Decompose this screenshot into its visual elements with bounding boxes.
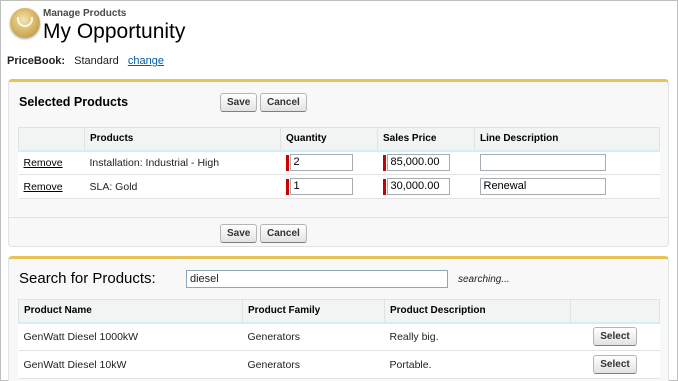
save-button-top[interactable]: Save <box>220 93 258 112</box>
pricebook-row: PriceBook: Standard change <box>7 55 164 67</box>
search-input[interactable]: diesel <box>186 270 448 288</box>
selected-products-table: Products Quantity Sales Price Line Descr… <box>18 127 660 199</box>
page-header: Manage Products My Opportunity <box>8 6 668 46</box>
table-header-row: Products Quantity Sales Price Line Descr… <box>18 127 660 152</box>
table-row: Remove Installation: Industrial - High 2… <box>18 150 660 175</box>
product-name-cell: GenWatt Diesel 1000kW <box>18 322 243 351</box>
sales-price-input[interactable]: 85,000.00 <box>386 154 450 172</box>
pricebook-value: Standard <box>74 55 119 67</box>
sales-price-input[interactable]: 30,000.00 <box>386 178 450 195</box>
cancel-button-bottom[interactable]: Cancel <box>260 224 307 243</box>
pricebook-change-link[interactable]: change <box>128 55 164 67</box>
page-subtitle: Manage Products <box>43 8 127 19</box>
column-header-action <box>570 299 660 324</box>
table-row: GenWatt Diesel 1000kW Generators Really … <box>18 322 660 351</box>
product-family-cell: Generators <box>242 322 385 351</box>
product-description-cell: Portable. <box>384 350 571 379</box>
product-name-cell: Installation: Industrial - High <box>84 150 281 175</box>
column-header-product-name: Product Name <box>18 299 243 324</box>
table-header-row: Product Name Product Family Product Desc… <box>18 299 660 324</box>
column-header-product-description: Product Description <box>384 299 571 324</box>
column-header-line-description: Line Description <box>474 127 660 152</box>
quantity-input[interactable]: 2 <box>289 154 353 172</box>
product-name-cell: SLA: Gold <box>84 174 281 199</box>
search-status: searching... <box>458 274 510 285</box>
product-name-cell: GenWatt Diesel 10kW <box>18 350 243 379</box>
selected-products-title: Selected Products <box>19 95 129 109</box>
column-header-product-family: Product Family <box>242 299 385 324</box>
column-header-sales-price: Sales Price <box>377 127 475 152</box>
pricebook-label: PriceBook: <box>7 55 66 67</box>
remove-link[interactable]: Remove <box>24 181 63 193</box>
search-results-table: Product Name Product Family Product Desc… <box>18 299 660 379</box>
panel-divider <box>9 217 668 218</box>
product-family-cell: Generators <box>242 350 385 379</box>
save-button-bottom[interactable]: Save <box>220 224 258 243</box>
search-products-panel: Search for Products: diesel searching...… <box>8 256 669 381</box>
selected-products-panel: Selected Products Save Cancel Products Q… <box>8 79 669 247</box>
select-button[interactable]: Select <box>593 355 637 374</box>
cancel-button-top[interactable]: Cancel <box>260 93 307 112</box>
product-description-cell: Really big. <box>384 322 571 351</box>
product-logo-icon <box>10 8 40 38</box>
table-row: GenWatt Diesel 10kW Generators Portable.… <box>18 350 660 379</box>
select-button[interactable]: Select <box>593 327 637 347</box>
required-marker <box>285 154 289 171</box>
required-marker <box>382 154 386 171</box>
column-header-action <box>18 127 85 152</box>
table-row: Remove SLA: Gold 1 30,000.00 Renewal <box>18 174 660 199</box>
column-header-quantity: Quantity <box>280 127 378 152</box>
required-marker <box>285 178 289 195</box>
remove-link[interactable]: Remove <box>24 157 63 169</box>
page-title: My Opportunity <box>43 20 186 43</box>
required-marker <box>382 178 386 195</box>
line-description-input[interactable]: Renewal <box>479 178 606 195</box>
search-label: Search for Products: <box>19 270 156 287</box>
quantity-input[interactable]: 1 <box>289 178 353 195</box>
line-description-input[interactable] <box>479 154 606 172</box>
column-header-products: Products <box>84 127 281 152</box>
